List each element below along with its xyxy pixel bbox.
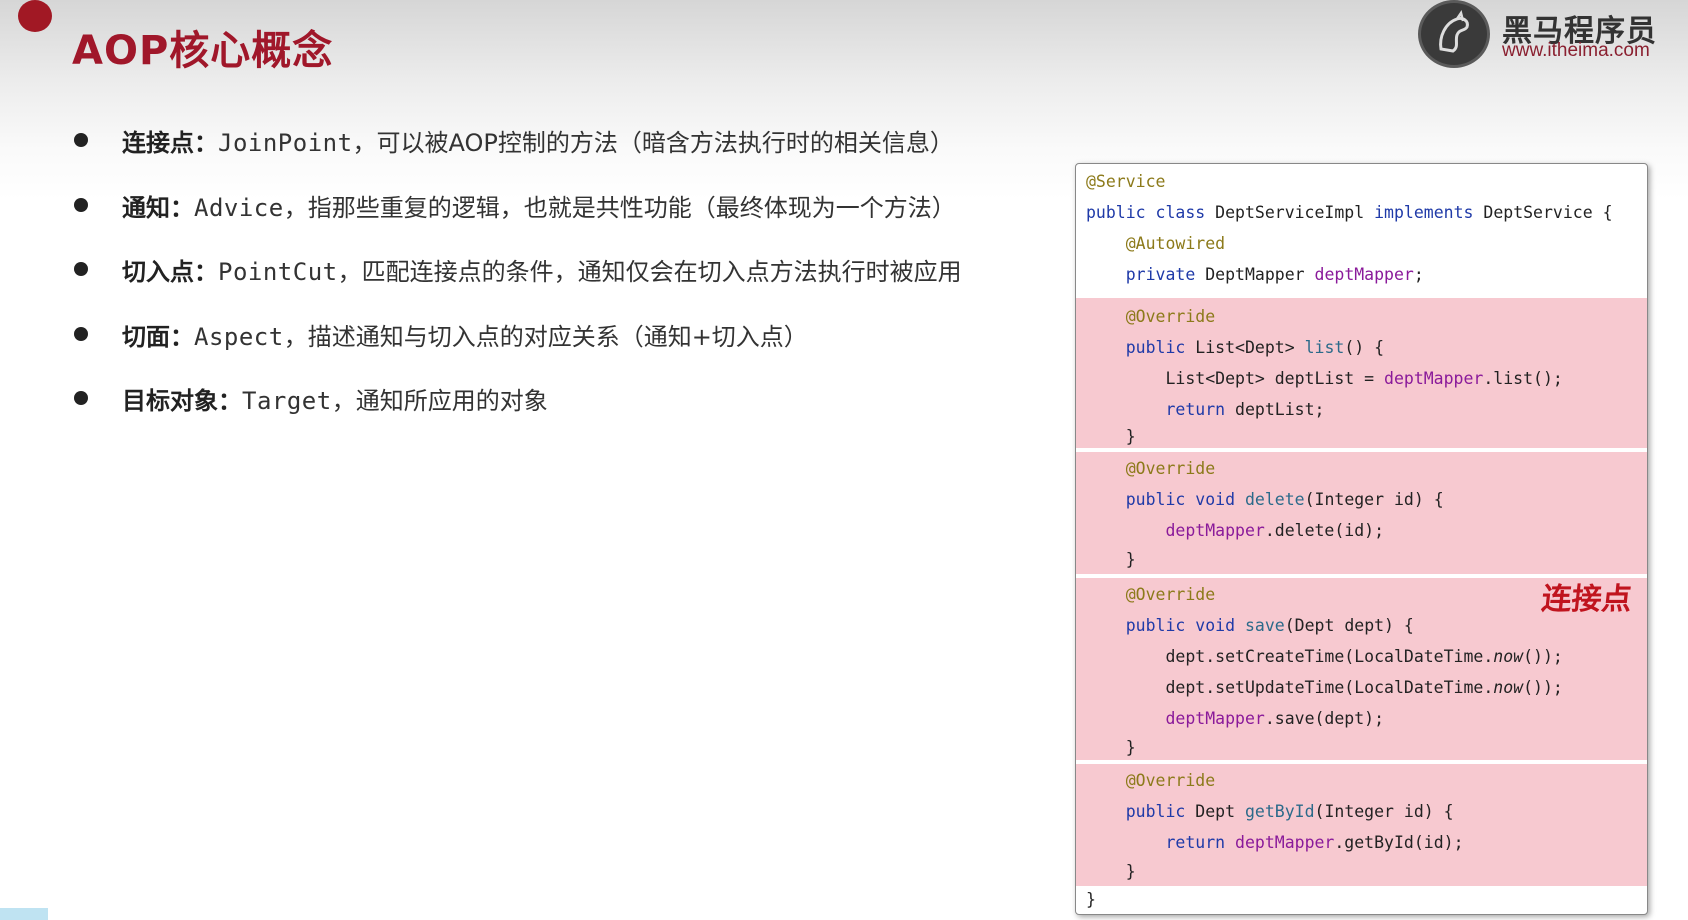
code-line: } xyxy=(1086,427,1136,446)
code-line: List<Dept> deptList = deptMapper.list(); xyxy=(1086,369,1563,388)
brand-logo: 黑马程序员 www.itheima.com xyxy=(1414,0,1674,70)
code-line: } xyxy=(1086,738,1136,757)
concept-english: JoinPoint xyxy=(218,129,353,157)
code-line: public void delete(Integer id) { xyxy=(1125,490,1444,509)
code-line: } xyxy=(1086,550,1136,569)
code-line: } xyxy=(1086,890,1096,909)
concept-term: 切面： xyxy=(122,322,194,351)
list-item: 连接点：JoinPoint，可以被AOP控制的方法（暗含方法执行时的相关信息） xyxy=(70,115,1030,180)
concept-english: Aspect xyxy=(194,322,284,351)
code-line: public class DeptServiceImpl implements … xyxy=(1086,203,1613,222)
slide-title: AOP核心概念 xyxy=(72,28,334,74)
concept-term: 连接点： xyxy=(122,129,218,157)
concept-term: 通知： xyxy=(122,193,194,222)
concept-term: 目标对象： xyxy=(122,387,242,415)
bullet-dot xyxy=(74,391,88,405)
bullet-dot xyxy=(74,262,88,276)
horse-head-icon xyxy=(1418,0,1490,68)
list-item: 切入点：PointCut，匹配连接点的条件，通知仅会在切入点方法执行时被应用 xyxy=(70,244,1030,309)
code-line: deptMapper.delete(id); xyxy=(1165,521,1385,540)
concept-description: ，匹配连接点的条件，通知仅会在切入点方法执行时被应用 xyxy=(337,258,962,286)
code-line: return deptList; xyxy=(1165,400,1325,419)
code-snippet: @Service public class DeptServiceImpl im… xyxy=(1075,163,1648,915)
code-line: } xyxy=(1086,862,1136,881)
concept-term: 切入点： xyxy=(122,258,218,286)
code-line: @Override xyxy=(1125,771,1216,790)
code-line: public List<Dept> list() { xyxy=(1125,338,1385,357)
concept-english: Advice xyxy=(194,193,284,222)
code-line: dept.setUpdateTime(LocalDateTime.now()); xyxy=(1086,678,1563,697)
code-line: @Service xyxy=(1086,172,1166,191)
concept-english: Target xyxy=(242,387,332,415)
bullet-dot xyxy=(74,197,88,212)
bullet-dot xyxy=(74,133,88,147)
bullet-dot xyxy=(74,326,88,341)
code-line: @Override xyxy=(1125,585,1216,604)
code-line: @Override xyxy=(1125,459,1216,478)
concept-description: ，通知所应用的对象 xyxy=(331,387,548,415)
concept-english: PointCut xyxy=(218,258,338,286)
concept-description: ，可以被AOP控制的方法（暗含方法执行时的相关信息） xyxy=(352,129,954,157)
code-line: @Override xyxy=(1125,307,1216,326)
corner-accent xyxy=(0,908,48,920)
list-item: 目标对象：Target，通知所应用的对象 xyxy=(70,373,1030,438)
joinpoint-annotation-label: 连接点 xyxy=(1539,582,1634,617)
concept-list: 连接点：JoinPoint，可以被AOP控制的方法（暗含方法执行时的相关信息） … xyxy=(70,115,1030,438)
decorative-red-dot xyxy=(18,0,52,32)
list-item: 通知：Advice，指那些重复的逻辑，也就是共性功能（最终体现为一个方法） xyxy=(70,180,1030,245)
code-line: public Dept getById(Integer id) { xyxy=(1125,802,1454,821)
code-line: dept.setCreateTime(LocalDateTime.now()); xyxy=(1086,647,1563,666)
code-line: @Autowired xyxy=(1125,234,1226,253)
brand-url: www.itheima.com xyxy=(1502,40,1650,61)
concept-description: ，指那些重复的逻辑，也就是共性功能（最终体现为一个方法） xyxy=(283,193,956,222)
code-line: private DeptMapper deptMapper; xyxy=(1125,265,1424,284)
code-line: public void save(Dept dept) { xyxy=(1125,616,1414,635)
concept-description: ，描述通知与切入点的对应关系（通知+切入点） xyxy=(283,322,808,351)
code-line: deptMapper.save(dept); xyxy=(1165,709,1385,728)
list-item: 切面：Aspect，描述通知与切入点的对应关系（通知+切入点） xyxy=(70,309,1030,374)
code-line: return deptMapper.getById(id); xyxy=(1165,833,1464,852)
